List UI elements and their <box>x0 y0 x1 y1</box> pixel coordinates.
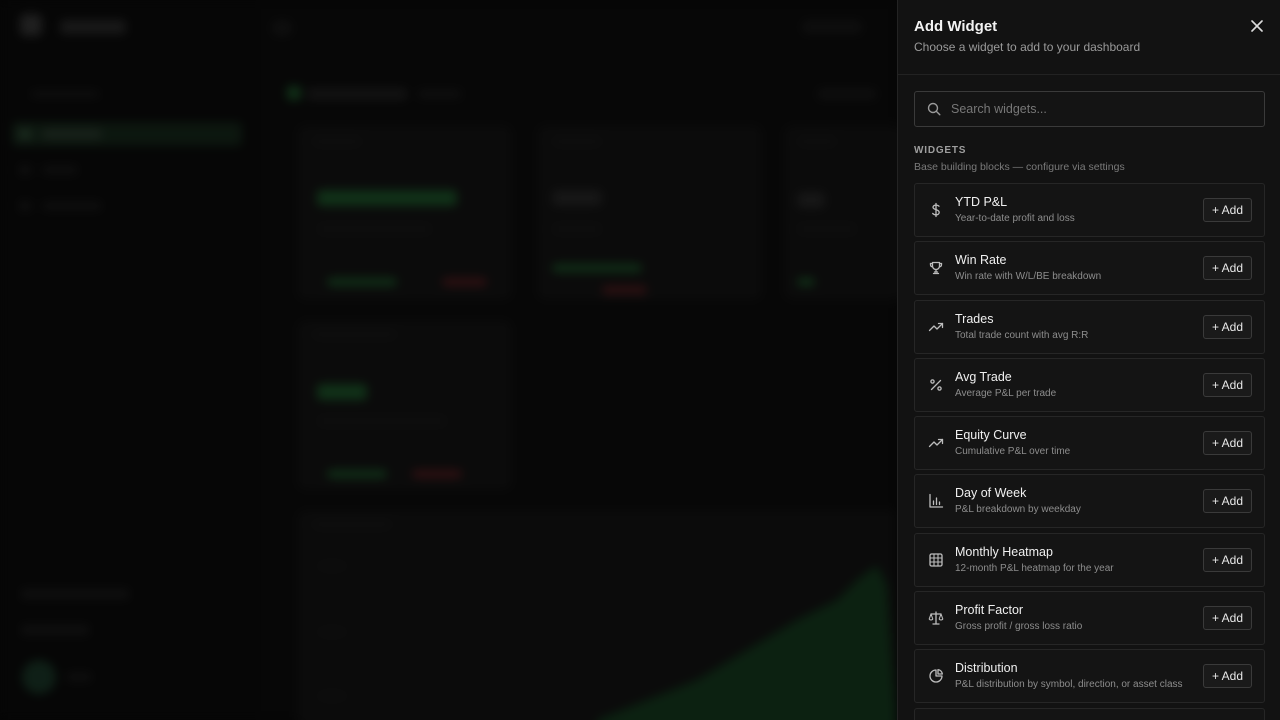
widget-item-avg-trade: Avg Trade Average P&L per trade + Add <box>914 357 1265 412</box>
panel-title: Add Widget <box>914 18 998 35</box>
panel-subtitle: Choose a widget to add to your dashboard <box>914 40 1141 54</box>
add-widget-button[interactable]: + Add <box>1202 314 1252 339</box>
search-icon <box>927 102 941 116</box>
widget-item-profit-factor: Profit Factor Gross profit / gross loss … <box>914 591 1265 646</box>
section-description: Base building blocks — configure via set… <box>914 161 1125 173</box>
trending-up-icon <box>927 434 945 452</box>
bar-chart-icon <box>927 492 945 510</box>
widget-item-distribution: Distribution P&L distribution by symbol,… <box>914 649 1265 704</box>
add-widget-button[interactable]: + Add <box>1202 256 1252 281</box>
scale-icon <box>927 609 945 627</box>
widget-item-day-of-week: Day of Week P&L breakdown by weekday + A… <box>914 474 1265 529</box>
search-box <box>914 91 1265 127</box>
search-input[interactable] <box>941 92 1264 126</box>
pie-chart-icon <box>927 667 945 685</box>
add-widget-button[interactable]: + Add <box>1202 198 1252 222</box>
widget-item-win-rate: Win Rate Win rate with W/L/BE breakdown … <box>914 241 1265 296</box>
add-widget-button[interactable]: + Add <box>1202 606 1252 631</box>
trophy-icon <box>927 259 945 277</box>
add-widget-button[interactable]: + Add <box>1202 664 1252 689</box>
widget-item-trades: Trades Total trade count with avg R:R + … <box>914 299 1265 354</box>
panel-header: Add Widget Choose a widget to add to you… <box>898 0 1280 75</box>
add-widget-panel: Add Widget Choose a widget to add to you… <box>897 0 1280 720</box>
close-button[interactable] <box>1248 17 1266 35</box>
grid-icon <box>927 551 945 569</box>
widget-item-monthly-heatmap: Monthly Heatmap 12-month P&L heatmap for… <box>914 532 1265 587</box>
add-widget-button[interactable]: + Add <box>1202 431 1252 456</box>
dashboard-backdrop <box>0 0 897 720</box>
widget-item-equity-curve: Equity Curve Cumulative P&L over time + … <box>914 416 1265 471</box>
widget-list: YTD P&L Year-to-date profit and loss + A… <box>914 183 1265 708</box>
add-widget-button[interactable]: + Add <box>1202 372 1252 397</box>
dollar-icon <box>927 201 945 219</box>
trending-up-icon <box>927 318 945 336</box>
close-icon <box>1251 20 1263 32</box>
add-widget-button[interactable]: + Add <box>1202 547 1252 572</box>
section-title: WIDGETS <box>914 145 967 156</box>
widget-item-ytd-pl: YTD P&L Year-to-date profit and loss + A… <box>914 183 1265 237</box>
percent-icon <box>927 376 945 394</box>
widget-item-partial <box>914 708 1265 720</box>
add-widget-button[interactable]: + Add <box>1202 489 1252 514</box>
